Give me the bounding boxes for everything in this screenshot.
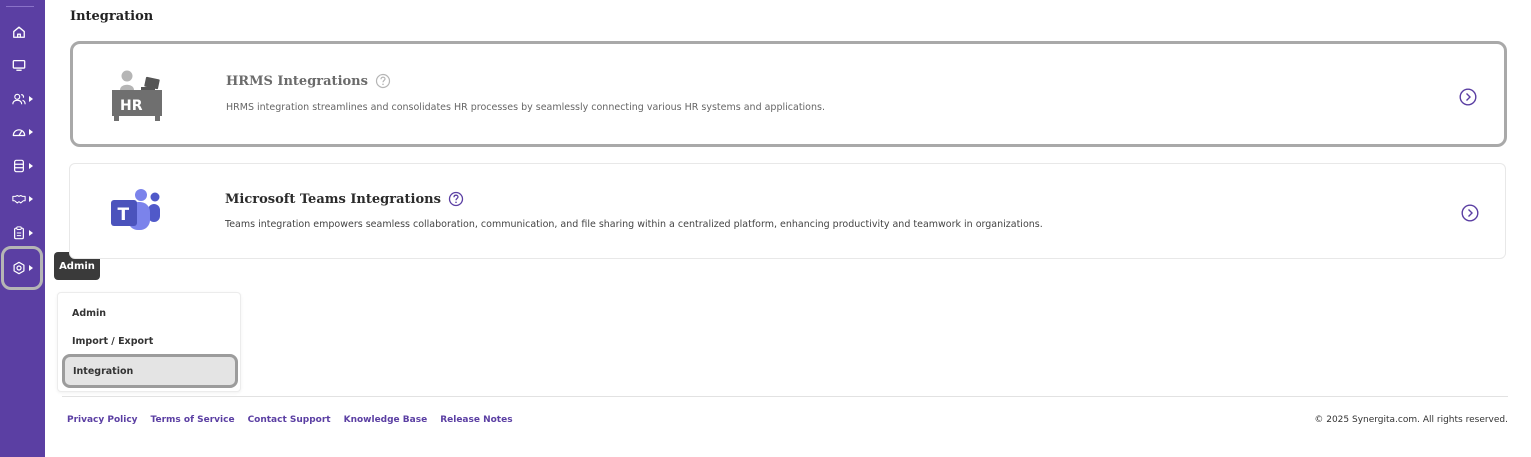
sidebar-divider	[6, 6, 34, 7]
footer-links: Privacy Policy Terms of Service Contact …	[67, 415, 513, 425]
sidebar-item-monitor[interactable]	[6, 54, 40, 76]
admin-submenu: Admin Import / Export Integration	[57, 292, 241, 392]
privacy-policy-link[interactable]: Privacy Policy	[67, 415, 138, 425]
release-notes-link[interactable]: Release Notes	[440, 415, 512, 425]
expand-caret	[29, 96, 33, 102]
microsoft-teams-icon: T	[111, 189, 160, 230]
sidebar-item-engagement[interactable]	[6, 188, 40, 210]
expand-caret	[29, 163, 33, 169]
help-icon[interactable]	[375, 73, 391, 89]
sidebar-item-reports[interactable]	[6, 222, 40, 244]
teams-integration-card[interactable]: T Microsoft Teams Integrations Teams int…	[69, 163, 1506, 259]
hrms-description: HRMS integration streamlines and consoli…	[226, 102, 825, 113]
hrms-title: HRMS Integrations	[226, 73, 368, 89]
chevron-right-circle-icon[interactable]	[1459, 88, 1477, 106]
submenu-item-integration[interactable]: Integration	[62, 354, 238, 388]
hrms-integration-card[interactable]: HR HRMS Integrations HRMS integration st…	[70, 41, 1507, 147]
contact-support-link[interactable]: Contact Support	[248, 415, 331, 425]
teams-description: Teams integration empowers seamless coll…	[225, 219, 1043, 230]
hr-logo-text: HR	[120, 98, 143, 114]
submenu-item-admin[interactable]: Admin	[72, 308, 106, 319]
knowledge-base-link[interactable]: Knowledge Base	[344, 415, 428, 425]
clipboard-icon	[14, 226, 24, 240]
page-title: Integration	[70, 9, 154, 24]
help-icon[interactable]	[448, 191, 464, 207]
handshake-icon	[12, 194, 26, 204]
submenu-item-import-export[interactable]: Import / Export	[72, 336, 153, 347]
users-icon	[12, 93, 26, 105]
expand-caret	[29, 230, 33, 236]
hr-desk-icon: HR	[112, 70, 162, 121]
expand-caret	[29, 196, 33, 202]
teams-logo-text: T	[118, 205, 130, 225]
sidebar-item-admin[interactable]	[1, 246, 43, 290]
teams-title: Microsoft Teams Integrations	[225, 191, 441, 207]
expand-caret	[29, 129, 33, 135]
expand-caret	[29, 265, 33, 271]
sidebar-item-home[interactable]	[6, 21, 40, 43]
database-icon	[14, 159, 24, 173]
footer-divider	[62, 396, 1508, 397]
sidebar-item-performance[interactable]	[6, 121, 40, 143]
home-icon	[13, 26, 25, 38]
sidebar	[0, 0, 45, 457]
gauge-icon	[12, 129, 26, 137]
sidebar-item-database[interactable]	[6, 155, 40, 177]
settings-icon	[13, 261, 25, 275]
terms-of-service-link[interactable]: Terms of Service	[151, 415, 235, 425]
sidebar-item-users[interactable]	[6, 88, 40, 110]
monitor-icon	[12, 59, 26, 71]
chevron-right-circle-icon[interactable]	[1461, 204, 1479, 222]
copyright: © 2025 Synergita.com. All rights reserve…	[1314, 415, 1508, 425]
